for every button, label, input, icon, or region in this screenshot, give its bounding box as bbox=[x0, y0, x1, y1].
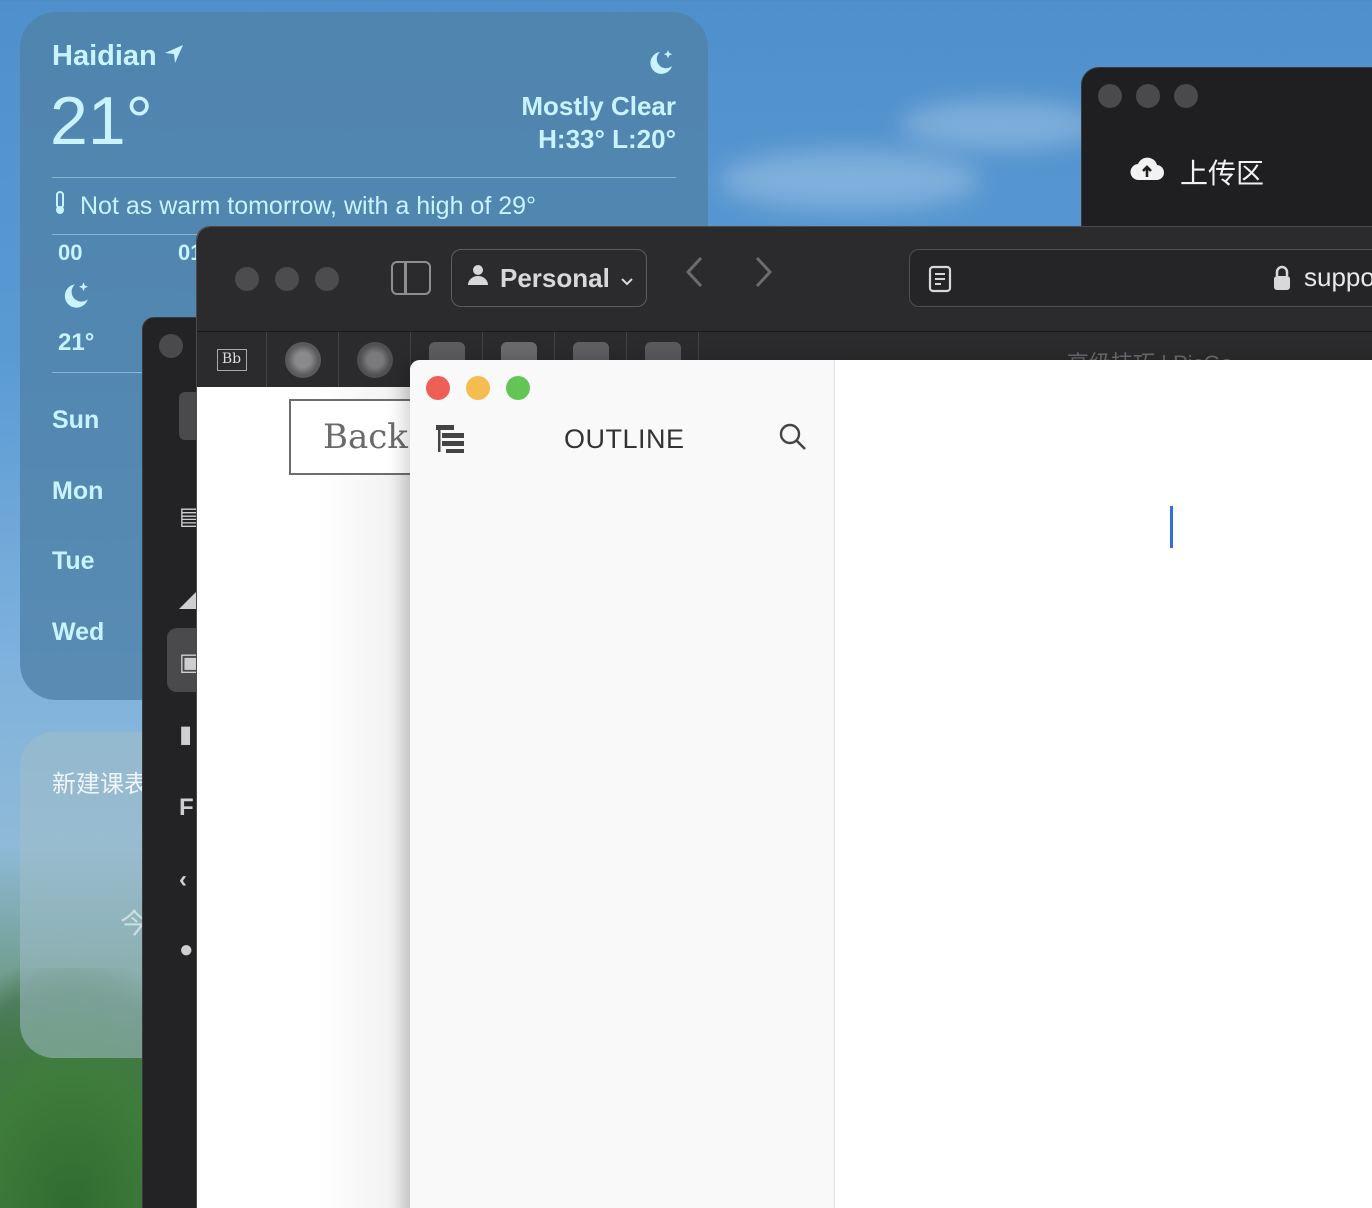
weather-note-text: Not as warm tomorrow, with a high of 29° bbox=[80, 192, 537, 220]
cloud bbox=[900, 100, 1100, 150]
address-bar[interactable]: suppo bbox=[909, 249, 1372, 307]
favorite-blackboard[interactable]: Bb bbox=[197, 332, 267, 388]
favorite-university-1[interactable] bbox=[267, 332, 339, 388]
location-arrow-icon bbox=[163, 40, 185, 73]
forward-nav-icon[interactable] bbox=[753, 255, 775, 298]
zoom-button[interactable] bbox=[315, 267, 339, 291]
back-nav-icon[interactable] bbox=[683, 255, 705, 298]
favorite-university-2[interactable] bbox=[339, 332, 411, 388]
schedule-widget-title: 新建课表 bbox=[52, 771, 148, 798]
weather-divider bbox=[52, 372, 142, 373]
thermometer-icon bbox=[52, 190, 68, 223]
minimize-button[interactable] bbox=[1136, 84, 1160, 108]
weather-forecast-note: Not as warm tomorrow, with a high of 29° bbox=[52, 190, 536, 223]
upload-area-item[interactable]: 上传区 bbox=[1130, 152, 1264, 192]
minimize-button[interactable] bbox=[466, 376, 490, 400]
close-button[interactable] bbox=[235, 267, 259, 291]
reader-mode-icon[interactable] bbox=[928, 265, 952, 298]
profile-label: Personal bbox=[500, 262, 610, 293]
forecast-day: Tue bbox=[52, 547, 95, 575]
window-controls bbox=[426, 376, 530, 400]
chevron-down-icon bbox=[620, 263, 634, 294]
moon-stars-icon bbox=[58, 278, 118, 317]
browser-toolbar: Personal suppo bbox=[197, 227, 1372, 331]
lock-icon bbox=[1272, 264, 1292, 297]
forecast-day: Wed bbox=[52, 618, 105, 646]
close-button[interactable] bbox=[426, 376, 450, 400]
hour-label: 00 bbox=[58, 240, 83, 265]
hour-temp: 21° bbox=[58, 329, 95, 356]
search-icon[interactable] bbox=[778, 422, 808, 457]
outline-toggle-icon[interactable] bbox=[436, 424, 466, 459]
university-seal-icon bbox=[356, 342, 393, 378]
outline-title: OUTLINE bbox=[564, 424, 685, 454]
window-controls bbox=[1098, 84, 1198, 108]
forecast-day: Sun bbox=[52, 406, 100, 434]
zoom-button[interactable] bbox=[1174, 84, 1198, 108]
blackboard-logo-icon: Bb bbox=[216, 349, 247, 371]
upload-area-label: 上传区 bbox=[1180, 158, 1265, 189]
close-button[interactable] bbox=[1098, 84, 1122, 108]
weather-temperature: 21° bbox=[50, 83, 153, 159]
cloud bbox=[720, 150, 980, 210]
weather-divider bbox=[52, 177, 676, 178]
forecast-day: Mon bbox=[52, 477, 104, 505]
window-controls bbox=[235, 267, 339, 291]
weather-high-low: H:33° L:20° bbox=[538, 124, 676, 154]
moon-stars-icon bbox=[644, 46, 676, 83]
text-cursor bbox=[1170, 506, 1173, 548]
cloud-upload-icon bbox=[1130, 156, 1165, 189]
profile-selector[interactable]: Personal bbox=[451, 249, 647, 307]
minimize-button[interactable] bbox=[275, 267, 299, 291]
url-host: suppo bbox=[1304, 262, 1372, 292]
zoom-button[interactable] bbox=[506, 376, 530, 400]
close-button[interactable] bbox=[159, 334, 183, 358]
weather-condition-block: Mostly Clear H:33° L:20° bbox=[521, 90, 676, 156]
outline-sidebar: OUTLINE bbox=[410, 360, 835, 1208]
hourly-forecast-item: 00 21° bbox=[58, 240, 118, 357]
person-icon bbox=[466, 263, 490, 294]
sidebar-toggle-icon[interactable] bbox=[391, 261, 431, 295]
weather-condition: Mostly Clear bbox=[521, 91, 676, 121]
editor-window[interactable]: OUTLINE bbox=[410, 360, 1372, 1208]
back-button[interactable]: Back bbox=[289, 399, 429, 475]
weather-city: Haidian bbox=[52, 40, 157, 72]
weather-location: Haidian bbox=[52, 40, 185, 73]
university-seal-icon bbox=[284, 342, 321, 378]
